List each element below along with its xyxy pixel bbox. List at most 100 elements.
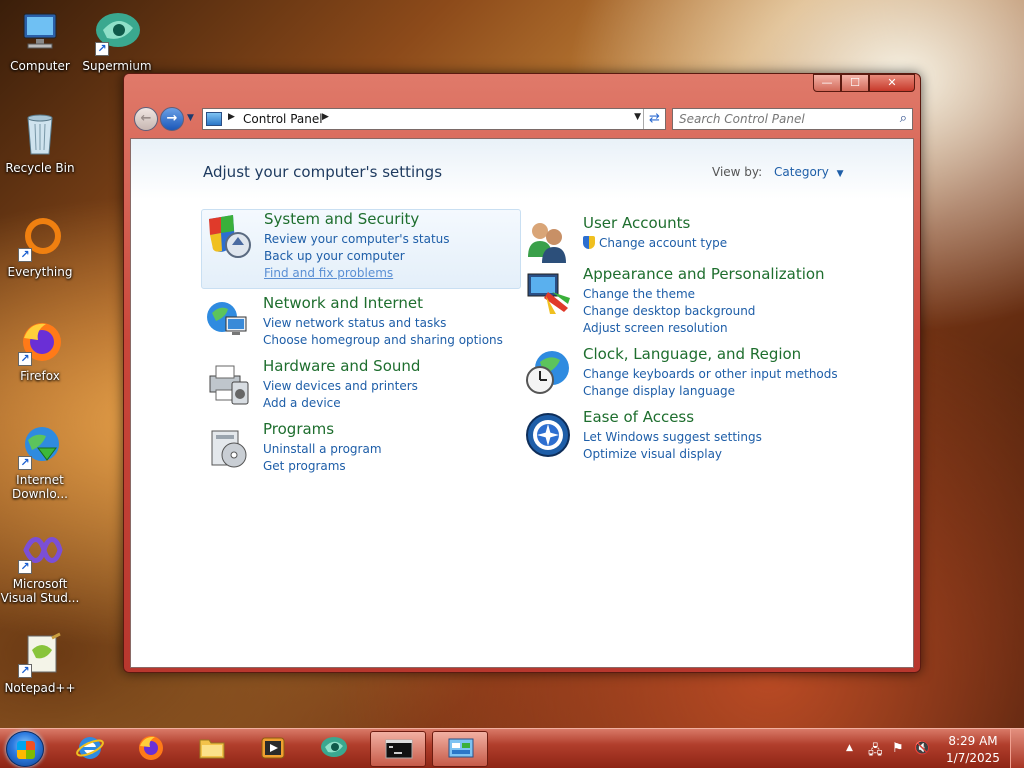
category-title[interactable]: User Accounts xyxy=(583,214,690,232)
desktop-icon-label: Notepad++ xyxy=(4,681,76,695)
printer-icon[interactable] xyxy=(204,360,252,408)
user-accounts-icon[interactable] xyxy=(524,217,572,265)
category-title[interactable]: Clock, Language, and Region xyxy=(583,345,801,363)
navigation-bar: ← → ▼ ▶ Control Panel ▶ ▼ ⇄ ⌕ xyxy=(132,107,913,133)
link-review-status[interactable]: Review your computer's status xyxy=(264,231,450,248)
folder-icon xyxy=(198,734,226,762)
taskbar-supermium[interactable] xyxy=(306,731,362,767)
breadcrumb-separator-icon[interactable]: ▶ xyxy=(228,112,235,122)
shortcut-arrow-icon: ↗ xyxy=(18,456,32,470)
breadcrumb-control-panel[interactable]: Control Panel xyxy=(243,112,323,126)
control-panel-window: — ☐ ✕ ← → ▼ ▶ Control Panel ▶ ▼ ⇄ ⌕ Adju… xyxy=(123,73,921,673)
programs-icon[interactable] xyxy=(204,423,252,471)
category-title[interactable]: Hardware and Sound xyxy=(263,357,420,375)
maximize-button[interactable]: ☐ xyxy=(841,74,869,92)
clock-globe-icon[interactable] xyxy=(524,348,572,396)
category-links: View devices and printers Add a device xyxy=(263,378,418,412)
windows-logo-icon xyxy=(17,741,35,759)
taskbar-command-prompt[interactable] xyxy=(370,731,426,767)
desktop-icon-notepad-plus-plus[interactable]: ↗ Notepad++ xyxy=(0,630,80,695)
link-display-language[interactable]: Change display language xyxy=(583,383,838,400)
search-icon[interactable]: ⌕ xyxy=(900,111,907,126)
network-icon[interactable]: 🖧 xyxy=(868,741,883,763)
show-desktop-button[interactable] xyxy=(1010,729,1024,768)
search-input[interactable] xyxy=(673,109,883,129)
forward-button[interactable]: → xyxy=(160,107,184,131)
category-programs: Programs Uninstall a program Get program… xyxy=(201,420,521,476)
category-title[interactable]: Network and Internet xyxy=(263,294,423,312)
ease-of-access-icon[interactable] xyxy=(524,411,572,459)
desktop-icon-recycle-bin[interactable]: Recycle Bin xyxy=(0,110,80,175)
command-prompt-icon xyxy=(385,735,413,763)
taskbar-internet-explorer[interactable] xyxy=(62,731,118,767)
category-appearance-and-personalization: Appearance and Personalization Change th… xyxy=(521,265,841,337)
category-hardware-and-sound: Hardware and Sound View devices and prin… xyxy=(201,357,521,413)
volume-muted-icon[interactable]: 🔇 xyxy=(914,741,930,756)
link-change-account-type[interactable]: Change account type xyxy=(583,235,727,252)
back-button[interactable]: ← xyxy=(134,107,158,131)
link-add-device[interactable]: Add a device xyxy=(263,395,418,412)
close-button[interactable]: ✕ xyxy=(869,74,915,92)
desktop-icon-supermium[interactable]: ↗ Supermium xyxy=(77,8,157,73)
control-panel-icon xyxy=(206,112,222,126)
address-bar[interactable]: ▶ Control Panel ▶ ▼ ⇄ xyxy=(202,108,666,130)
chevron-down-icon[interactable]: ▼ xyxy=(837,169,844,179)
link-get-programs[interactable]: Get programs xyxy=(263,458,382,475)
link-uninstall[interactable]: Uninstall a program xyxy=(263,441,382,458)
link-devices-printers[interactable]: View devices and printers xyxy=(263,378,418,395)
taskbar-control-panel[interactable] xyxy=(432,731,488,767)
arrow-left-icon: ← xyxy=(140,111,152,126)
notepad-plus-plus-icon: ↗ xyxy=(16,630,64,678)
category-title[interactable]: System and Security xyxy=(264,210,419,228)
link-find-and-fix[interactable]: Find and fix problems xyxy=(264,265,450,282)
link-suggest-settings[interactable]: Let Windows suggest settings xyxy=(583,429,762,446)
desktop-icon-visual-studio[interactable]: ↗ Microsoft Visual Stud... xyxy=(0,526,80,605)
category-links: Change keyboards or other input methods … xyxy=(583,366,838,400)
show-hidden-icons-button[interactable]: ▲ xyxy=(846,743,853,753)
link-change-theme[interactable]: Change the theme xyxy=(583,286,755,303)
recent-pages-dropdown[interactable]: ▼ xyxy=(187,113,194,123)
category-ease-of-access: Ease of Access Let Windows suggest setti… xyxy=(521,408,841,464)
recycle-bin-icon xyxy=(16,110,64,158)
taskbar-media-player[interactable] xyxy=(245,731,301,767)
link-screen-resolution[interactable]: Adjust screen resolution xyxy=(583,320,755,337)
action-center-flag-icon[interactable]: ⚑ xyxy=(892,741,904,756)
firefox-icon xyxy=(137,734,165,762)
shortcut-arrow-icon: ↗ xyxy=(18,664,32,678)
desktop-icon-label: Computer xyxy=(10,59,70,73)
shield-icon[interactable] xyxy=(205,213,253,261)
category-user-accounts: User Accounts Change account type xyxy=(521,214,841,263)
clock[interactable]: 8:29 AM 1/7/2025 xyxy=(938,733,1008,767)
view-by-control: View by: Category ▼ xyxy=(712,165,844,179)
start-button[interactable] xyxy=(6,731,44,767)
refresh-button[interactable]: ⇄ xyxy=(643,109,665,129)
desktop-icon-everything[interactable]: ↗ Everything xyxy=(0,214,80,279)
category-links: Review your computer's status Back up yo… xyxy=(264,231,450,282)
desktop-icon-firefox[interactable]: ↗ Firefox xyxy=(0,318,80,383)
link-homegroup[interactable]: Choose homegroup and sharing options xyxy=(263,332,503,349)
category-links: View network status and tasks Choose hom… xyxy=(263,315,503,349)
minimize-button[interactable]: — xyxy=(813,74,841,92)
link-change-keyboards[interactable]: Change keyboards or other input methods xyxy=(583,366,838,383)
appearance-icon[interactable] xyxy=(524,268,572,316)
category-title[interactable]: Programs xyxy=(263,420,334,438)
network-globe-icon[interactable] xyxy=(204,297,252,345)
category-system-and-security: System and Security Review your computer… xyxy=(201,209,521,289)
link-back-up[interactable]: Back up your computer xyxy=(264,248,450,265)
desktop-icon-internet-download-manager[interactable]: ↗ Internet Downlo... xyxy=(0,422,80,501)
category-title[interactable]: Appearance and Personalization xyxy=(583,265,825,283)
category-title[interactable]: Ease of Access xyxy=(583,408,694,426)
page-title: Adjust your computer's settings xyxy=(203,163,443,181)
link-optimize-visual-display[interactable]: Optimize visual display xyxy=(583,446,762,463)
view-by-dropdown[interactable]: Category xyxy=(774,165,829,179)
desktop-icon-computer[interactable]: Computer xyxy=(0,8,80,73)
globe-download-icon: ↗ xyxy=(16,422,64,470)
link-network-status[interactable]: View network status and tasks xyxy=(263,315,503,332)
desktop-icon-label: Internet Downlo... xyxy=(12,473,68,501)
category-links: Let Windows suggest settings Optimize vi… xyxy=(583,429,762,463)
address-dropdown-icon[interactable]: ▼ xyxy=(634,112,641,122)
taskbar-file-explorer[interactable] xyxy=(184,731,240,767)
taskbar-firefox[interactable] xyxy=(123,731,179,767)
link-desktop-background[interactable]: Change desktop background xyxy=(583,303,755,320)
breadcrumb-separator-icon[interactable]: ▶ xyxy=(322,112,329,122)
